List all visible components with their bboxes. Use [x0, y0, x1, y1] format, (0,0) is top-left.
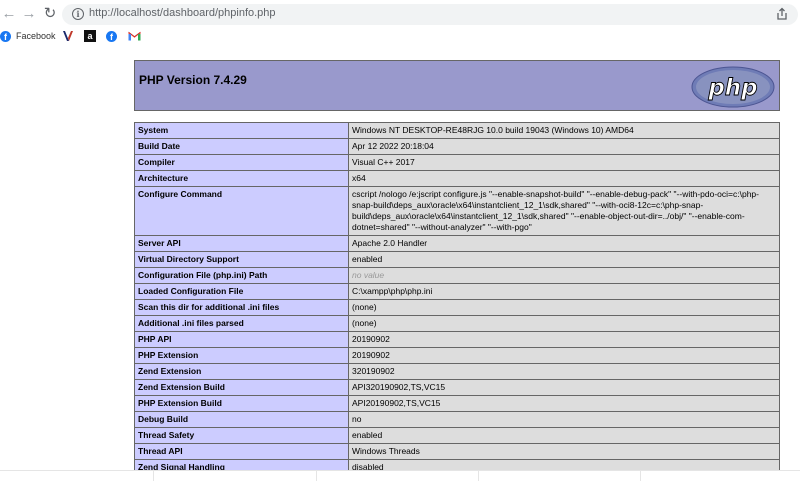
table-row: Virtual Directory Support enabled	[134, 251, 780, 268]
table-row: Thread API Windows Threads	[134, 443, 780, 460]
row-value: Visual C++ 2017	[348, 154, 780, 171]
row-key: Thread API	[134, 443, 349, 460]
bookmarks-bar: f Facebook a f	[0, 28, 800, 44]
row-key: Build Date	[134, 138, 349, 155]
row-value: x64	[348, 170, 780, 187]
row-key: Compiler	[134, 154, 349, 171]
gmail-icon	[128, 31, 141, 41]
url-text[interactable]: http://localhost/dashboard/phpinfo.php	[89, 7, 276, 19]
row-key: PHP API	[134, 331, 349, 348]
row-key: PHP Extension	[134, 347, 349, 364]
divider	[153, 471, 154, 481]
php-logo-icon[interactable]: php	[691, 66, 775, 108]
table-row: Build Date Apr 12 2022 20:18:04	[134, 138, 780, 155]
row-key: Additional .ini files parsed	[134, 315, 349, 332]
facebook-icon: f	[0, 30, 11, 42]
divider	[478, 471, 479, 481]
row-key: Server API	[134, 235, 349, 252]
row-key: Virtual Directory Support	[134, 251, 349, 268]
row-key: Architecture	[134, 170, 349, 187]
row-key: System	[134, 122, 349, 139]
bookmark-v-logo[interactable]	[62, 29, 74, 43]
row-key: PHP Extension Build	[134, 395, 349, 412]
page-title: PHP Version 7.4.29	[139, 73, 247, 87]
table-row: PHP Extension Build API20190902,TS,VC15	[134, 395, 780, 412]
back-arrow-icon[interactable]: ←	[0, 5, 18, 23]
row-value: (none)	[348, 315, 780, 332]
bottom-edge	[0, 470, 800, 481]
table-row: Scan this dir for additional .ini files(…	[134, 299, 780, 316]
row-value: Apr 12 2022 20:18:04	[348, 138, 780, 155]
row-key: Configure Command	[134, 186, 349, 236]
bookmark-amazon[interactable]: a	[84, 29, 96, 43]
row-value: 20190902	[348, 347, 780, 364]
table-row: PHP API 20190902	[134, 331, 780, 348]
divider	[640, 471, 641, 481]
browser-toolbar: ← → ↻ i http://localhost/dashboard/phpin…	[0, 0, 800, 28]
row-value: 20190902	[348, 331, 780, 348]
table-row: System Windows NT DESKTOP-RE48RJG 10.0 bu…	[134, 122, 780, 139]
row-value: Windows NT DESKTOP-RE48RJG 10.0 build 19…	[348, 122, 780, 139]
table-row: Zend Extension 320190902	[134, 363, 780, 380]
amazon-icon: a	[84, 30, 96, 42]
info-icon[interactable]: i	[72, 8, 84, 20]
php-logo-text: php	[707, 75, 757, 101]
row-value: no value	[348, 267, 780, 284]
page-content: PHP Version 7.4.29 php System Windows NT …	[0, 44, 800, 481]
row-value: API320190902,TS,VC15	[348, 379, 780, 396]
row-key: Zend Extension Build	[134, 379, 349, 396]
row-value: API20190902,TS,VC15	[348, 395, 780, 412]
phpinfo-table: System Windows NT DESKTOP-RE48RJG 10.0 bu…	[134, 122, 780, 476]
row-value: Apache 2.0 Handler	[348, 235, 780, 252]
facebook-icon: f	[106, 30, 117, 42]
address-bar[interactable]: i http://localhost/dashboard/phpinfo.php	[62, 4, 798, 25]
divider	[316, 471, 317, 481]
share-icon[interactable]	[775, 7, 789, 21]
row-value: cscript /nologo /e:jscript configure.js …	[348, 186, 780, 236]
table-row: Compiler Visual C++ 2017	[134, 154, 780, 171]
bookmark-facebook-2[interactable]: f	[106, 29, 117, 43]
bookmark-label: Facebook	[16, 31, 56, 41]
bookmark-facebook[interactable]: f Facebook	[0, 29, 56, 43]
table-row: Zend Extension Build API320190902,TS,VC15	[134, 379, 780, 396]
v-logo-icon	[62, 30, 74, 42]
row-value: enabled	[348, 427, 780, 444]
table-row: Debug Build no	[134, 411, 780, 428]
table-row: Loaded Configuration File C:\xampp\php\ph…	[134, 283, 780, 300]
row-key: Scan this dir for additional .ini files	[134, 299, 349, 316]
row-key: Configuration File (php.ini) Path	[134, 267, 349, 284]
row-value: C:\xampp\php\php.ini	[348, 283, 780, 300]
forward-arrow-icon[interactable]: →	[20, 5, 38, 23]
table-row: Server API Apache 2.0 Handler	[134, 235, 780, 252]
table-row: PHP Extension 20190902	[134, 347, 780, 364]
reload-icon[interactable]: ↻	[41, 5, 59, 23]
php-version-header: PHP Version 7.4.29 php	[134, 60, 780, 111]
row-key: Zend Extension	[134, 363, 349, 380]
table-row: Thread Safety enabled	[134, 427, 780, 444]
row-value: (none)	[348, 299, 780, 316]
row-key: Debug Build	[134, 411, 349, 428]
row-value: enabled	[348, 251, 780, 268]
row-key: Loaded Configuration File	[134, 283, 349, 300]
table-row: Additional .ini files parsed (none)	[134, 315, 780, 332]
row-value: 320190902	[348, 363, 780, 380]
row-value: Windows Threads	[348, 443, 780, 460]
table-row: Configure Command cscript /nologo /e:jscr…	[134, 186, 780, 236]
table-row: Configuration File (php.ini) Path no valu…	[134, 267, 780, 284]
table-row: Architecture x64	[134, 170, 780, 187]
row-key: Thread Safety	[134, 427, 349, 444]
bookmark-gmail[interactable]	[128, 29, 141, 43]
row-value: no	[348, 411, 780, 428]
